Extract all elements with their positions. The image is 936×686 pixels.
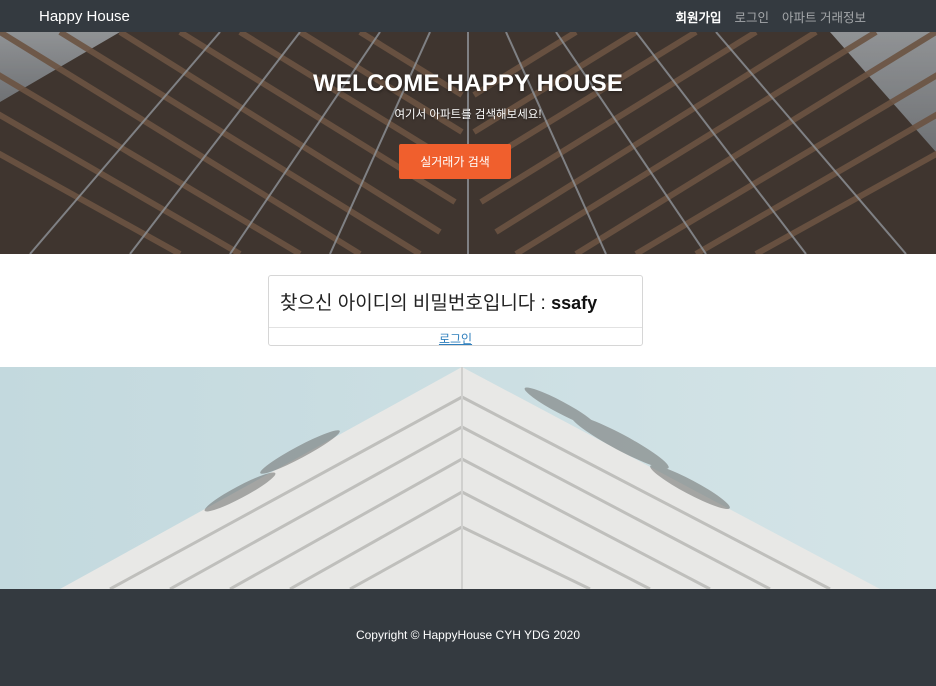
found-password: ssafy xyxy=(551,293,598,313)
brand-link[interactable]: Happy House xyxy=(39,8,130,25)
copyright-text: Copyright © HappyHouse CYH YDG 2020 xyxy=(355,628,581,642)
navbar: Happy House 회원가입 로그인 아파트 거래정보 xyxy=(0,0,936,32)
building-image-banner xyxy=(0,367,936,589)
nav-apt-info-link[interactable]: 아파트 거래정보 xyxy=(782,7,866,26)
footer: Copyright © HappyHouse CYH YDG 2020 xyxy=(0,589,936,686)
login-link[interactable]: 로그인 xyxy=(269,330,642,347)
nav-login-link[interactable]: 로그인 xyxy=(735,7,770,26)
result-label: 찾으신 아이디의 비밀번호입니다 : xyxy=(280,293,552,314)
nav-links: 회원가입 로그인 아파트 거래정보 xyxy=(675,7,866,26)
price-search-button[interactable]: 실거래가 검색 xyxy=(399,144,511,179)
hero-title: WELCOME HAPPY HOUSE xyxy=(312,70,624,97)
hero-subtitle: 여기서 아파트를 검색해보세요! xyxy=(394,109,542,121)
white-building-image xyxy=(0,367,936,589)
nav-signup-link[interactable]: 회원가입 xyxy=(675,7,721,26)
password-result-message: 찾으신 아이디의 비밀번호입니다 : ssafy xyxy=(280,288,597,315)
password-result-card: 찾으신 아이디의 비밀번호입니다 : ssafy 로그인 xyxy=(268,275,643,346)
hero-overlay xyxy=(0,32,936,254)
hero-banner: WELCOME HAPPY HOUSE 여기서 아파트를 검색해보세요! 실거래… xyxy=(0,32,936,254)
card-divider xyxy=(269,327,642,328)
